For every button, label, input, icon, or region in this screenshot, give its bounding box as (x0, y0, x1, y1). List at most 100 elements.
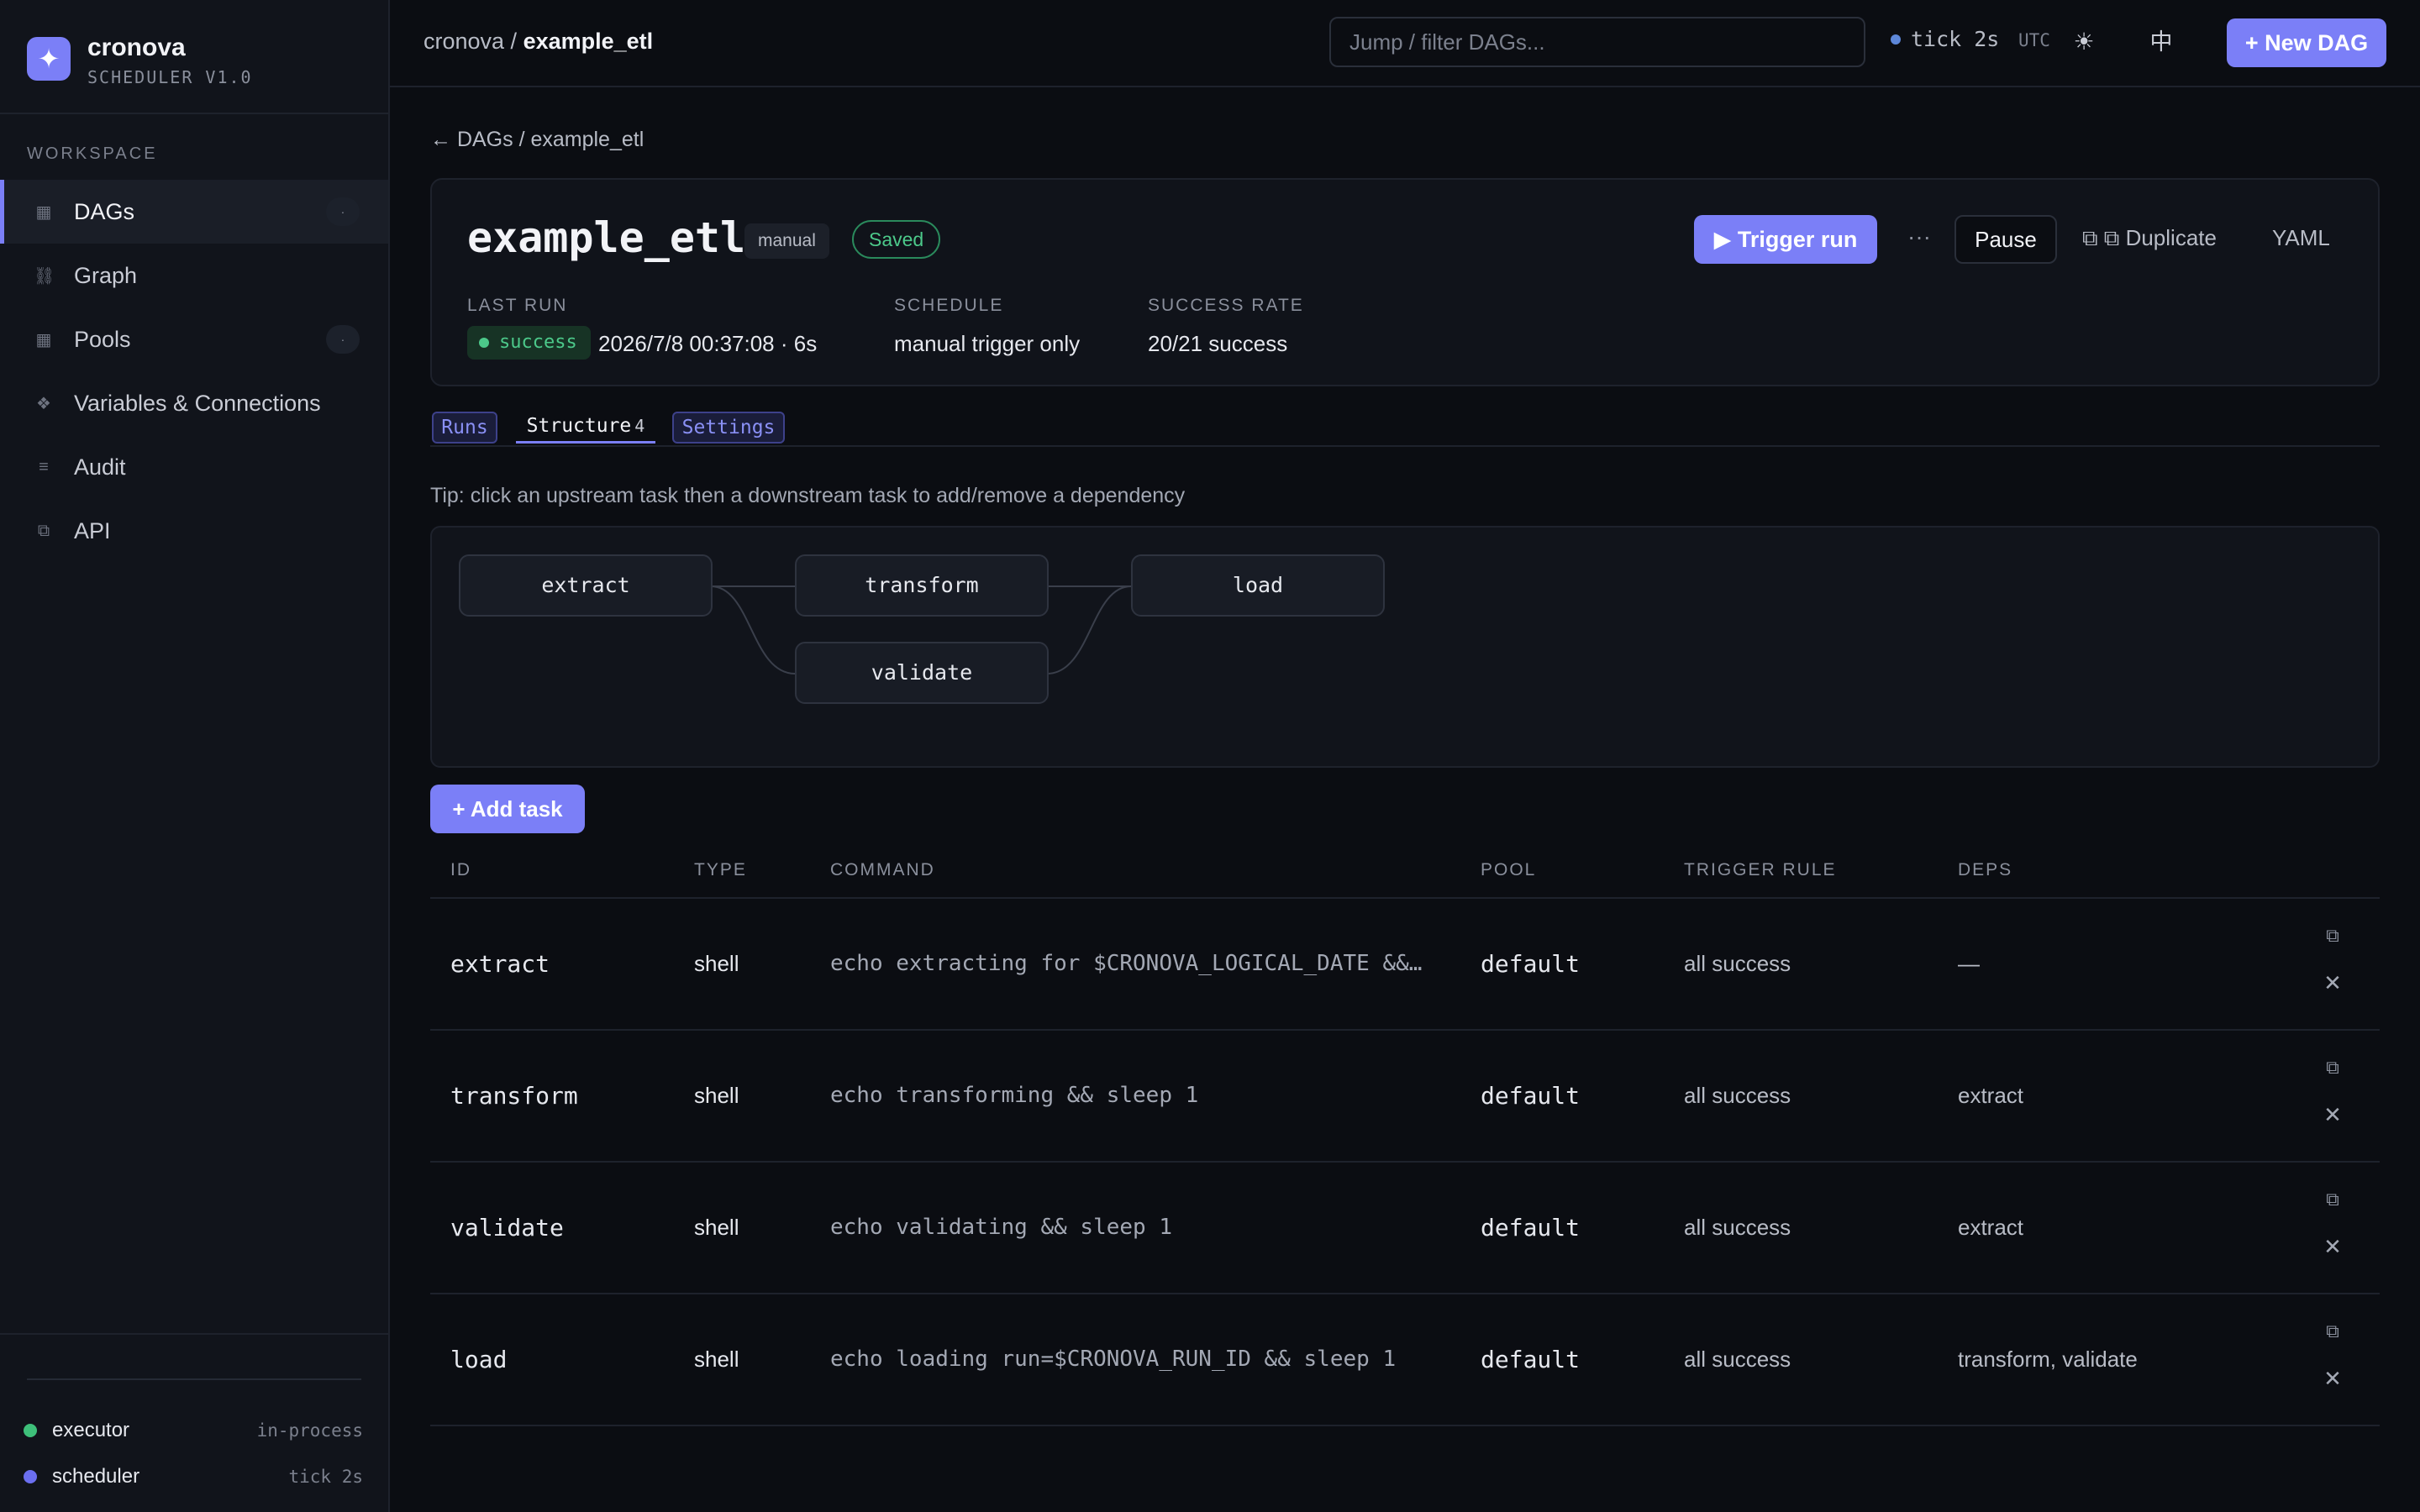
graph-icon: ⛓ (34, 266, 55, 286)
column-header-command: COMMAND (830, 860, 935, 879)
status-badge: success (467, 326, 591, 360)
task-pool: default (1481, 1214, 1581, 1242)
graph-edge (710, 585, 796, 675)
saved-badge: Saved (852, 220, 941, 259)
brand-name: cronova (87, 34, 186, 61)
last-run-label: LAST RUN (467, 296, 568, 315)
yaml-button[interactable]: YAML (2272, 225, 2330, 251)
task-type: shell (694, 1347, 739, 1372)
sidebar-item-label: Variables & Connections (74, 390, 321, 416)
tab-bar: Runs Structure 4 Settings (430, 412, 2380, 447)
status-dot-icon (24, 1470, 37, 1483)
sidebar-item-api[interactable]: ⧉ API (0, 499, 388, 563)
task-pool: default (1481, 1346, 1581, 1373)
close-icon[interactable]: ✕ (2319, 1365, 2346, 1392)
dag-header-card: example_etl manual Saved ▶ Trigger run ·… (430, 178, 2380, 386)
close-icon[interactable]: ✕ (2319, 1101, 2346, 1128)
close-icon[interactable]: ✕ (2319, 969, 2346, 996)
sparkle-logo-icon: ✦ (27, 37, 71, 81)
service-status: tick 2s (288, 1467, 363, 1487)
sidebar-item-graph[interactable]: ⛓ Graph (0, 244, 388, 307)
copy-icon[interactable]: ⧉ (2319, 922, 2346, 949)
graph-edges (710, 585, 1132, 675)
close-icon[interactable]: ✕ (2319, 1233, 2346, 1260)
schedule-label: SCHEDULE (894, 296, 1004, 315)
task-id: validate (450, 1214, 564, 1242)
copy-icon[interactable]: ⧉ (2319, 1186, 2346, 1213)
table-row[interactable]: transform shell echo transforming && sle… (430, 1031, 2380, 1163)
timezone-label[interactable]: UTC (2018, 30, 2050, 50)
brand[interactable]: ✦ cronova SCHEDULER V1.0 (27, 30, 380, 114)
sidebar-item-pools[interactable]: ▦ Pools · (0, 307, 388, 371)
graph-edge (1046, 585, 1132, 675)
column-header-pool: POOL (1481, 860, 1537, 879)
sidebar-badge: · (326, 325, 360, 354)
add-task-button[interactable]: + Add task (430, 785, 585, 833)
graph-node-transform[interactable]: transform (795, 554, 1049, 617)
column-header-type: TYPE (694, 860, 747, 879)
back-link[interactable]: ← DAGs / example_etl (430, 128, 644, 152)
column-header-deps: DEPS (1958, 860, 2013, 879)
sidebar-item-label: Pools (74, 326, 131, 352)
status-dot-icon (479, 338, 489, 348)
tab-structure[interactable]: Structure 4 (516, 412, 655, 444)
list-icon: ≡ (39, 457, 49, 476)
task-deps: extract (1958, 1083, 2024, 1108)
sidebar-item-label: DAGs (74, 198, 135, 224)
graph-node-extract[interactable]: extract (459, 554, 713, 617)
new-dag-button[interactable]: + New DAG (2227, 18, 2386, 67)
status-dot-icon (1891, 34, 1901, 45)
task-trigger-rule: all success (1684, 1083, 1791, 1108)
divider (0, 1333, 388, 1335)
sidebar-item-label: Audit (74, 454, 126, 480)
copy-icon[interactable]: ⧉ (2319, 1054, 2346, 1081)
section-label-workspace: WORKSPACE (27, 144, 158, 163)
more-options-icon[interactable]: ··· (1901, 222, 1938, 255)
tip-text: Tip: click an upstream task then a downs… (430, 484, 1186, 507)
sidebar-item-variables[interactable]: ❖ Variables & Connections (0, 371, 388, 435)
trigger-run-button[interactable]: ▶ Trigger run (1694, 215, 1877, 264)
task-id: load (450, 1346, 508, 1373)
task-type: shell (694, 1215, 739, 1240)
grid-icon: ▦ (35, 202, 52, 222)
success-rate-value: 20/21 success (1148, 331, 1288, 356)
variables-icon: ❖ (36, 394, 51, 413)
table-row[interactable]: validate shell echo validating && sleep … (430, 1163, 2380, 1294)
sidebar-item-label: Graph (74, 262, 138, 288)
task-type: shell (694, 1083, 739, 1108)
tick-label: tick 2s (1911, 27, 2000, 51)
table-header: ID TYPE COMMAND POOL TRIGGER RULE DEPS (430, 850, 2380, 899)
task-type: shell (694, 951, 739, 976)
table-row[interactable]: extract shell echo extracting for $CRONO… (430, 899, 2380, 1031)
sidebar-item-dags[interactable]: ▦ DAGs · (0, 180, 388, 244)
table-row[interactable]: load shell echo loading run=$CRONOVA_RUN… (430, 1294, 2380, 1426)
pause-button[interactable]: Pause (1954, 215, 2057, 264)
duplicate-button[interactable]: ⧉ ⧉ Duplicate (2082, 225, 2217, 252)
service-name: scheduler (52, 1465, 140, 1488)
pool-icon: ▦ (35, 330, 52, 349)
column-header-trigger-rule: TRIGGER RULE (1684, 860, 1837, 879)
status-text: success (499, 332, 577, 353)
language-toggle[interactable]: 中 (2143, 24, 2180, 60)
tab-label: Structure (526, 415, 632, 437)
sidebar-badge: · (326, 197, 360, 226)
success-rate-label: SUCCESS RATE (1148, 296, 1304, 315)
sun-icon[interactable]: ☀ (2067, 24, 2101, 60)
tab-runs[interactable]: Runs (432, 412, 497, 444)
graph-node-validate[interactable]: validate (795, 642, 1049, 704)
api-icon: ⧉ (37, 521, 50, 540)
copy-icon[interactable]: ⧉ (2319, 1318, 2346, 1345)
task-trigger-rule: all success (1684, 951, 1791, 976)
tab-count: 4 (634, 416, 645, 436)
sidebar-item-audit[interactable]: ≡ Audit (0, 435, 388, 499)
breadcrumb: cronova / example_etl (424, 29, 653, 55)
graph-node-load[interactable]: load (1131, 554, 1385, 617)
task-command: echo extracting for $CRONOVA_LOGICAL_DAT… (830, 951, 1435, 976)
column-header-id: ID (450, 860, 471, 879)
brand-subtitle: SCHEDULER V1.0 (87, 67, 253, 87)
service-name: executor (52, 1419, 130, 1441)
search-input[interactable] (1329, 17, 1865, 67)
breadcrumb-root[interactable]: cronova / (424, 29, 523, 54)
dag-graph-canvas[interactable]: extract transform validate load (430, 526, 2380, 768)
tab-settings[interactable]: Settings (672, 412, 785, 444)
